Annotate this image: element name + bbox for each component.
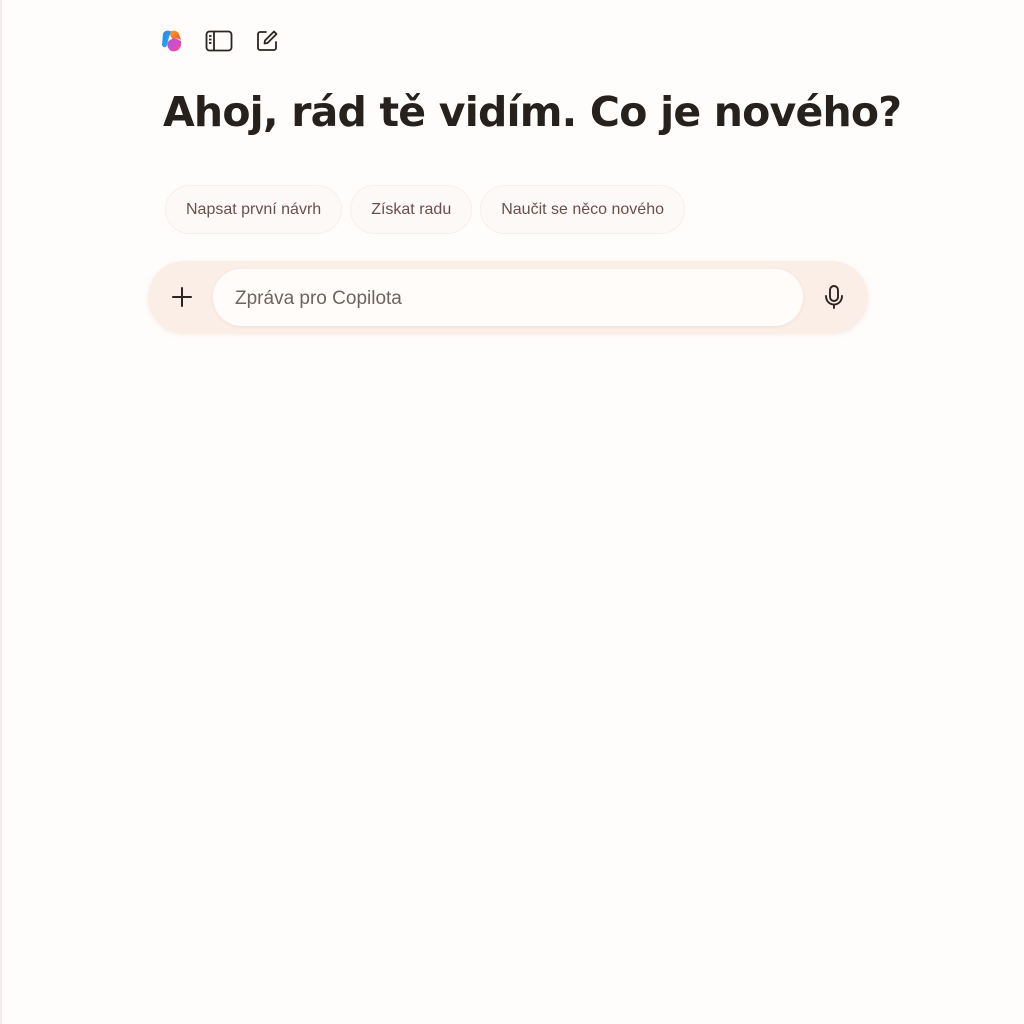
message-input[interactable] [233, 269, 787, 328]
suggestion-chips: Napsat první návrh Získat radu Naučit se… [166, 186, 684, 233]
sidebar-toggle-icon[interactable] [205, 27, 233, 55]
message-composer [148, 261, 868, 334]
greeting-heading: Ahoj, rád tě vidím. Co je nového? [163, 88, 902, 136]
message-input-wrapper [213, 269, 803, 328]
top-toolbar [157, 27, 281, 55]
copilot-home: Ahoj, rád tě vidím. Co je nového? Napsat… [0, 0, 1024, 1024]
suggestion-chip-learn[interactable]: Naučit se něco nového [481, 186, 684, 233]
plus-icon[interactable] [164, 279, 200, 315]
suggestion-chip-draft[interactable]: Napsat první návrh [166, 186, 342, 233]
suggestion-chip-advice[interactable]: Získat radu [351, 186, 472, 233]
microphone-icon[interactable] [816, 279, 852, 315]
copilot-logo-icon[interactable] [157, 27, 185, 55]
window-edge [0, 0, 2, 1024]
new-chat-icon[interactable] [253, 27, 281, 55]
